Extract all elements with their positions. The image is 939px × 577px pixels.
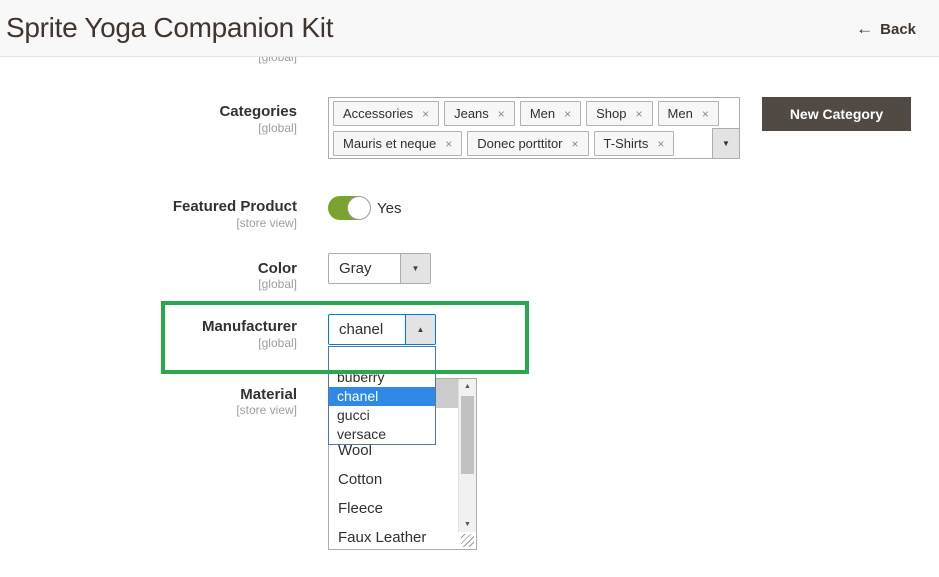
category-chip[interactable]: Jeans × (444, 101, 515, 126)
category-chip[interactable]: Shop × (586, 101, 652, 126)
material-scope: [store view] (0, 403, 297, 417)
category-chip[interactable]: Men × (658, 101, 719, 126)
chip-remove-icon[interactable]: × (636, 107, 643, 121)
chip-label: Jeans (454, 106, 489, 121)
chip-label: Mauris et neque (343, 136, 436, 151)
manufacturer-label: Manufacturer (0, 318, 297, 335)
categories-expand-button[interactable]: ▼ (712, 128, 739, 158)
material-option[interactable]: Cotton (329, 465, 458, 494)
chip-remove-icon[interactable]: × (702, 107, 709, 121)
back-arrow-icon: ← (856, 19, 873, 39)
material-option[interactable]: Fleece (329, 494, 458, 523)
chip-remove-icon[interactable]: × (572, 137, 579, 151)
chip-label: Donec porttitor (477, 136, 562, 151)
chip-label: Shop (596, 106, 626, 121)
categories-field[interactable]: Accessories × Jeans × Men × Shop × Men × (328, 97, 740, 159)
chip-label: Men (668, 106, 693, 121)
categories-chip-row-1: Accessories × Jeans × Men × Shop × Men × (333, 101, 719, 126)
manufacturer-dropdown-list: buberry chanel gucci versace (328, 346, 436, 445)
featured-product-label: Featured Product (0, 198, 297, 215)
manufacturer-select[interactable]: chanel ▲ (328, 314, 436, 345)
scrollbar-up-button[interactable]: ▲ (459, 379, 476, 394)
color-select[interactable]: Gray ▼ (328, 253, 431, 284)
page-header: Sprite Yoga Companion Kit ← Back (0, 0, 939, 57)
chip-remove-icon[interactable]: × (445, 137, 452, 151)
category-chip[interactable]: Donec porttitor × (467, 131, 588, 156)
dropdown-option[interactable]: versace (329, 425, 435, 444)
categories-scope: [global] (0, 121, 297, 135)
dropdown-option-empty[interactable] (329, 347, 435, 368)
categories-label: Categories (0, 103, 297, 120)
toggle-knob (347, 196, 371, 220)
featured-product-value: Yes (377, 200, 401, 217)
color-label: Color (0, 260, 297, 277)
chip-remove-icon[interactable]: × (498, 107, 505, 121)
color-scope: [global] (0, 277, 297, 291)
dropdown-option[interactable]: buberry (329, 368, 435, 387)
manufacturer-scope: [global] (0, 336, 297, 350)
chevron-up-icon: ▲ (417, 325, 425, 334)
material-scrollbar[interactable]: ▲ ▼ (458, 379, 476, 532)
categories-chip-row-2: Mauris et neque × Donec porttitor × T-Sh… (333, 131, 674, 156)
chip-label: Men (530, 106, 555, 121)
page-title: Sprite Yoga Companion Kit (6, 12, 333, 44)
chevron-down-icon: ▼ (412, 264, 420, 273)
scrollbar-down-button[interactable]: ▼ (459, 517, 476, 532)
dropdown-option[interactable]: gucci (329, 406, 435, 425)
chip-remove-icon[interactable]: × (422, 107, 429, 121)
chip-label: Accessories (343, 106, 413, 121)
back-button-label: Back (880, 21, 916, 38)
new-category-button-label: New Category (790, 106, 883, 122)
featured-product-toggle[interactable] (328, 196, 370, 220)
material-option[interactable]: Faux Leather (329, 523, 458, 552)
scroll-up-icon: ▲ (464, 383, 471, 390)
featured-product-scope: [store view] (0, 216, 297, 230)
chip-remove-icon[interactable]: × (564, 107, 571, 121)
scroll-down-icon: ▼ (464, 521, 471, 528)
category-chip[interactable]: Men × (520, 101, 581, 126)
product-edit-page: [global] Sprite Yoga Companion Kit ← Bac… (0, 0, 939, 577)
category-chip[interactable]: Accessories × (333, 101, 439, 126)
chip-label: T-Shirts (604, 136, 649, 151)
material-label: Material (0, 386, 297, 403)
color-select-arrow[interactable]: ▼ (400, 254, 430, 283)
category-chip[interactable]: Mauris et neque × (333, 131, 462, 156)
dropdown-option-selected[interactable]: chanel (329, 387, 435, 406)
chip-remove-icon[interactable]: × (657, 137, 664, 151)
back-button[interactable]: ← Back (856, 19, 916, 39)
new-category-button[interactable]: New Category (762, 97, 911, 131)
resize-grip-icon[interactable] (461, 534, 474, 547)
category-chip[interactable]: T-Shirts × (594, 131, 675, 156)
scrollbar-thumb[interactable] (461, 396, 474, 474)
chevron-down-icon: ▼ (722, 139, 730, 148)
manufacturer-select-arrow[interactable]: ▲ (405, 315, 435, 344)
